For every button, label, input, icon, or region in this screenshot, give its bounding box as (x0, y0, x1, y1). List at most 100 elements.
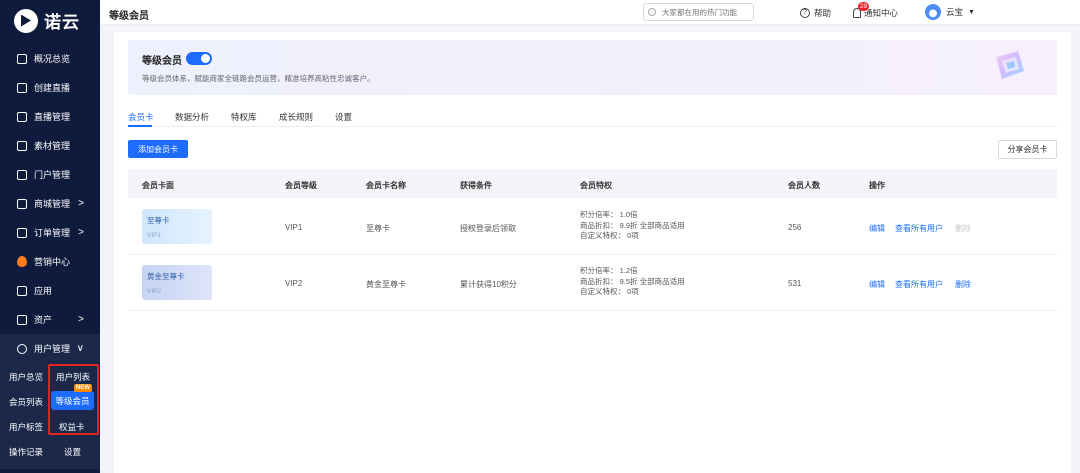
column-header: 会员卡面 (142, 181, 174, 190)
cell-level: VIP1 (285, 223, 303, 232)
overview-icon (17, 53, 27, 64)
sidebar-item-label: 商城管理 (34, 199, 71, 209)
cell-member-count: 256 (788, 223, 802, 232)
sidebar-item-label: 营销中心 (34, 257, 71, 267)
cell-card-name: 黄金至尊卡 (366, 280, 406, 289)
banner-title: 等级会员 (142, 56, 182, 67)
chevron-right-icon: > (78, 314, 84, 325)
perk-discount: 商品折扣： 9.9折 全部商品适用 (580, 220, 685, 230)
sidebar-item-portal[interactable]: 门户管理 (0, 160, 100, 189)
user-menu[interactable]: 云宝 ▼ (925, 4, 975, 20)
member-card-preview: 黄金至尊卡 VIP2 (142, 265, 212, 300)
submenu-operation-log[interactable]: 操作记录 (9, 446, 43, 458)
chevron-down-icon: ∨ (76, 343, 84, 354)
perk-points: 积分倍率： 1.0倍 (580, 210, 638, 219)
logo[interactable]: 诺云 (14, 8, 80, 33)
cell-member-count: 531 (788, 279, 802, 288)
submenu-settings[interactable]: 设置 (64, 446, 81, 458)
chevron-right-icon: > (78, 227, 84, 238)
feature-banner (128, 40, 1057, 95)
sidebar-item-label: 资产 (34, 315, 53, 325)
sidebar: 诺云 概况总览 创建直播 直播管理 素材管理 门户管理 商城管理 > 订单管理 > … (0, 0, 100, 473)
search-input[interactable] (643, 3, 754, 21)
fire-icon (17, 256, 27, 267)
sidebar-item-overview[interactable]: 概况总览 (0, 44, 100, 73)
tab-growth-rules[interactable]: 成长规则 (279, 111, 313, 123)
column-header: 会员特权 (580, 181, 612, 190)
folder-icon (17, 140, 27, 151)
delete-link[interactable]: 删除 (955, 279, 971, 290)
column-header: 会员卡名称 (366, 181, 406, 190)
logo-text: 诺云 (44, 13, 80, 32)
search-icon (648, 8, 656, 16)
perk-custom: 自定义特权： 0项 (580, 287, 639, 296)
banner-description: 等级会员体系，赋能商家全链路会员运营，精准培养高粘性忠诚客户。 (142, 74, 375, 83)
enable-toggle[interactable] (186, 52, 212, 65)
share-member-card-button[interactable]: 分享会员卡 (998, 140, 1057, 159)
perk-discount: 商品折扣： 9.5折 全部商品适用 (580, 276, 685, 286)
tab-settings[interactable]: 设置 (335, 111, 352, 123)
chevron-right-icon: > (78, 198, 84, 209)
tab-member-card[interactable]: 会员卡 (128, 111, 154, 123)
cell-condition: 授权登录后领取 (460, 224, 516, 233)
sidebar-item-material[interactable]: 素材管理 (0, 131, 100, 160)
plus-square-icon (17, 82, 27, 93)
column-header: 获得条件 (460, 181, 492, 190)
sidebar-item-assets[interactable]: 资产 > (0, 305, 100, 334)
submenu-user-overview[interactable]: 用户总览 (9, 371, 43, 383)
page-title: 等级会员 (109, 11, 149, 22)
card-preview-level: VIP1 (147, 232, 162, 239)
shop-icon (17, 198, 27, 209)
sidebar-item-label: 直播管理 (34, 112, 71, 122)
apps-icon (17, 285, 27, 296)
sidebar-item-order[interactable]: 订单管理 > (0, 218, 100, 247)
submenu-member-list[interactable]: 会员列表 (9, 396, 43, 408)
asset-icon (17, 314, 27, 325)
logo-icon (14, 8, 38, 33)
perk-points: 积分倍率： 1.2倍 (580, 266, 638, 275)
help-label: 帮助 (814, 8, 832, 18)
active-tab-indicator (128, 125, 152, 127)
cell-level: VIP2 (285, 279, 303, 288)
sidebar-nav: 概况总览 创建直播 直播管理 素材管理 门户管理 商城管理 > 订单管理 > 营销中… (0, 44, 100, 363)
username: 云宝 (946, 7, 964, 17)
avatar (925, 4, 941, 20)
cell-card-name: 至尊卡 (366, 224, 390, 233)
sidebar-item-label: 用户管理 (34, 344, 71, 354)
gem-illustration-icon (996, 51, 1024, 79)
cell-privileges: 积分倍率： 1.0倍 商品折扣： 9.9折 全部商品适用 自定义特权： 0项 (580, 210, 685, 242)
user-icon (17, 343, 27, 354)
sidebar-item-label: 门户管理 (34, 170, 71, 180)
edit-link[interactable]: 编辑 (869, 279, 885, 290)
help-link[interactable]: ? 帮助 (800, 7, 831, 19)
sidebar-item-user-manage[interactable]: 用户管理 ∨ (0, 334, 100, 363)
edit-link[interactable]: 编辑 (869, 223, 885, 234)
card-preview-name: 黄金至尊卡 (147, 272, 185, 281)
view-all-users-link[interactable]: 查看所有用户 (895, 223, 943, 234)
sidebar-item-shop[interactable]: 商城管理 > (0, 189, 100, 218)
submenu-user-tags[interactable]: 用户标签 (9, 421, 43, 433)
live-icon (17, 111, 27, 122)
sidebar-item-live-manage[interactable]: 直播管理 (0, 102, 100, 131)
card-preview-name: 至尊卡 (147, 216, 170, 225)
tab-privilege-library[interactable]: 特权库 (231, 111, 257, 123)
cell-privileges: 积分倍率： 1.2倍 商品折扣： 9.5折 全部商品适用 自定义特权： 0项 (580, 266, 685, 298)
tab-data-analysis[interactable]: 数据分析 (175, 111, 209, 123)
sidebar-item-apps[interactable]: 应用 (0, 276, 100, 305)
add-member-card-button[interactable]: 添加会员卡 (128, 140, 188, 158)
member-card-preview: 至尊卡 VIP1 (142, 209, 212, 244)
home-icon (17, 169, 27, 180)
sidebar-item-create-live[interactable]: 创建直播 (0, 73, 100, 102)
sidebar-item-label: 订单管理 (34, 228, 71, 238)
cell-condition: 累计获得10积分 (460, 280, 517, 289)
notify-count-badge: 29 (858, 2, 870, 11)
perk-custom: 自定义特权： 0项 (580, 231, 639, 240)
sidebar-item-marketing[interactable]: 营销中心 (0, 247, 100, 276)
delete-link: 删除 (955, 224, 971, 233)
sidebar-item-label: 概况总览 (34, 54, 71, 64)
notify-label: 通知中心 (864, 8, 899, 18)
view-all-users-link[interactable]: 查看所有用户 (895, 279, 943, 290)
highlight-box (48, 364, 99, 435)
sidebar-item-label: 创建直播 (34, 83, 71, 93)
card-preview-level: VIP2 (147, 288, 162, 295)
